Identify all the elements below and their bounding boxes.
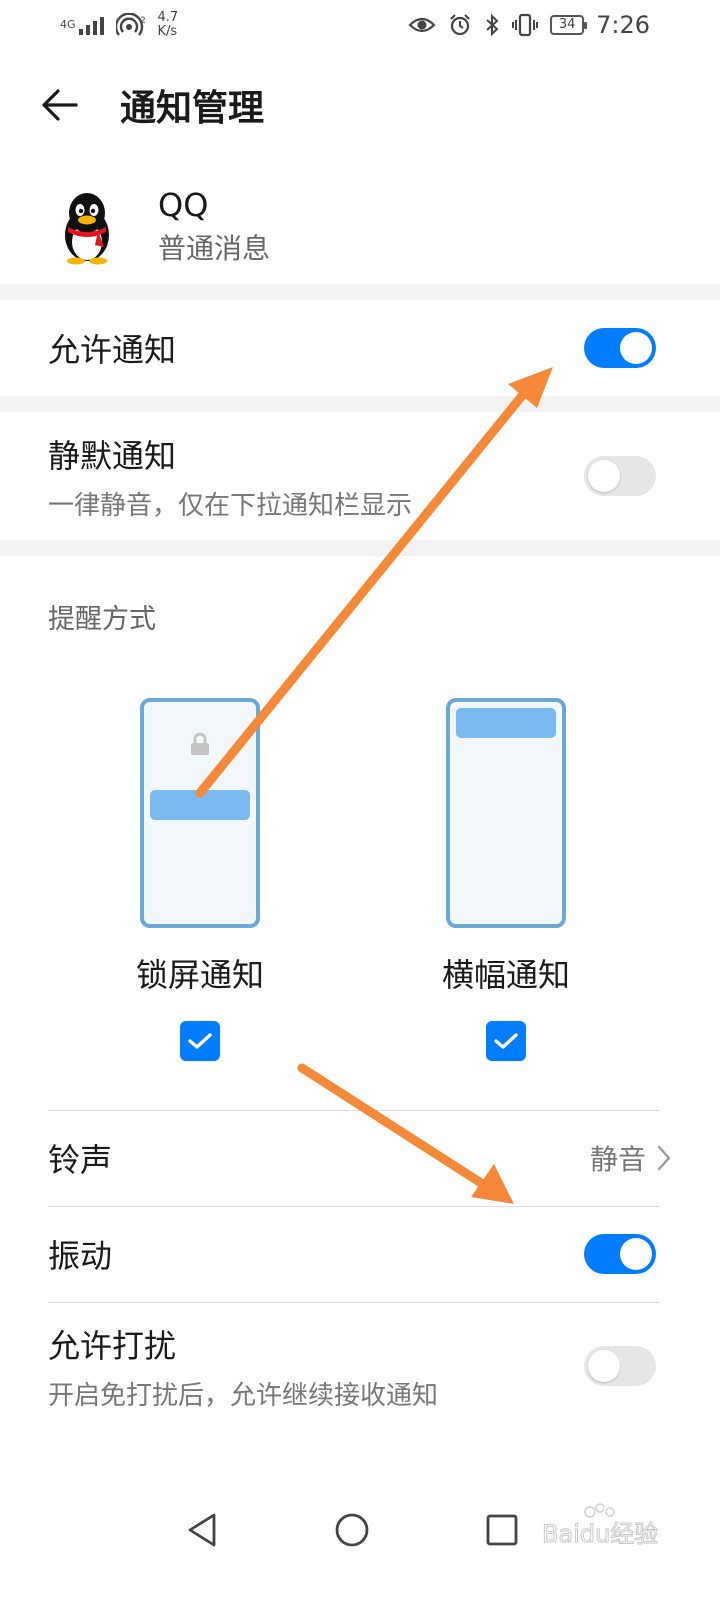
ringtone-label: 铃声 — [48, 1141, 113, 1179]
vibrate-icon — [512, 13, 539, 37]
network-type: 4G — [60, 18, 76, 31]
section-gap — [0, 284, 720, 300]
svg-text:2: 2 — [140, 16, 146, 26]
nav-recents-icon — [486, 1514, 518, 1546]
allow-disturb-toggle[interactable] — [584, 1346, 656, 1386]
speed-unit: K/s — [157, 24, 178, 39]
nav-recents-button[interactable] — [472, 1500, 532, 1560]
lockscreen-preview[interactable] — [140, 698, 260, 928]
allow-disturb-text: 允许打扰 开启免打扰后，允许继续接收通知 — [48, 1321, 438, 1412]
allow-notifications-row[interactable]: 允许通知 — [48, 300, 672, 396]
banner-notification-bar — [456, 708, 556, 738]
app-text: QQ 普通消息 — [158, 181, 270, 269]
ringtone-row[interactable]: 铃声 静音 — [48, 1111, 672, 1205]
status-bar: 4G 2 4.7 K/s 34 7:26 — [0, 0, 720, 50]
status-right: 34 7:26 — [408, 11, 650, 39]
lockscreen-checkbox[interactable] — [180, 1021, 220, 1061]
app-name: QQ — [158, 186, 209, 224]
silent-notifications-label: 静默通知 — [48, 436, 177, 475]
vibration-toggle[interactable] — [584, 1234, 656, 1274]
allow-disturb-row[interactable]: 允许打扰 开启免打扰后，允许继续接收通知 — [48, 1303, 672, 1429]
app-bar: 通知管理 — [0, 70, 720, 140]
baidu-jingyan-watermark: Baidu经验 — [542, 1503, 659, 1549]
nav-back-icon — [188, 1513, 216, 1547]
silent-notifications-text: 静默通知 一律静音，仅在下拉通知栏显示 — [48, 431, 412, 522]
lockscreen-notification-bar — [150, 790, 250, 820]
status-left: 4G 2 4.7 K/s — [60, 11, 178, 39]
signal-bars-icon — [78, 15, 104, 35]
hotspot-icon: 2 — [115, 13, 146, 36]
chevron-right-icon — [657, 1145, 671, 1171]
section-gap — [0, 540, 720, 556]
speed-value: 4.7 — [157, 10, 179, 25]
lock-icon — [191, 732, 209, 755]
lockscreen-option-label: 锁屏通知 — [135, 956, 264, 994]
eye-icon — [408, 17, 436, 33]
silent-notifications-row[interactable]: 静默通知 一律静音，仅在下拉通知栏显示 — [48, 412, 672, 540]
network-speed: 4.7 K/s — [158, 11, 179, 39]
silent-notifications-description: 一律静音，仅在下拉通知栏显示 — [48, 490, 413, 521]
notification-settings-page: 4G 2 4.7 K/s 34 7:26 通知管理 QQ 普通消息 允许通知 静… — [0, 0, 720, 1600]
qq-penguin-icon — [65, 193, 109, 265]
section-gap — [0, 396, 720, 412]
reminder-section-label: 提醒方式 — [48, 604, 156, 635]
check-icon — [188, 1033, 212, 1049]
ringtone-value-wrap: 静音 — [590, 1138, 672, 1178]
clock: 7:26 — [596, 11, 650, 39]
back-arrow-icon — [42, 89, 78, 121]
ringtone-value: 静音 — [589, 1143, 646, 1176]
vibration-label: 振动 — [48, 1237, 113, 1275]
vibration-row[interactable]: 振动 — [48, 1207, 672, 1301]
check-icon — [494, 1033, 518, 1049]
banner-checkbox[interactable] — [486, 1021, 526, 1061]
silent-notifications-toggle[interactable] — [584, 456, 656, 496]
cell-signal: 4G — [60, 15, 104, 35]
nav-back-button[interactable] — [172, 1500, 232, 1560]
allow-notifications-label: 允许通知 — [48, 331, 177, 369]
alarm-icon — [450, 14, 470, 36]
allow-disturb-description: 开启免打扰后，允许继续接收通知 — [48, 1380, 439, 1411]
nav-home-icon — [335, 1513, 369, 1547]
bluetooth-icon — [486, 13, 499, 37]
nav-home-button[interactable] — [322, 1500, 382, 1560]
app-category: 普通消息 — [158, 232, 271, 265]
battery-icon: 34 — [550, 15, 588, 35]
allow-notifications-toggle[interactable] — [584, 328, 656, 368]
allow-disturb-label: 允许打扰 — [48, 1326, 177, 1365]
banner-option-label: 横幅通知 — [441, 956, 570, 994]
page-title: 通知管理 — [120, 88, 265, 129]
app-info: QQ 普通消息 — [0, 175, 720, 275]
banner-preview[interactable] — [446, 698, 566, 928]
watermark-text: Baidu经验 — [542, 1520, 658, 1548]
back-button[interactable] — [0, 70, 120, 140]
